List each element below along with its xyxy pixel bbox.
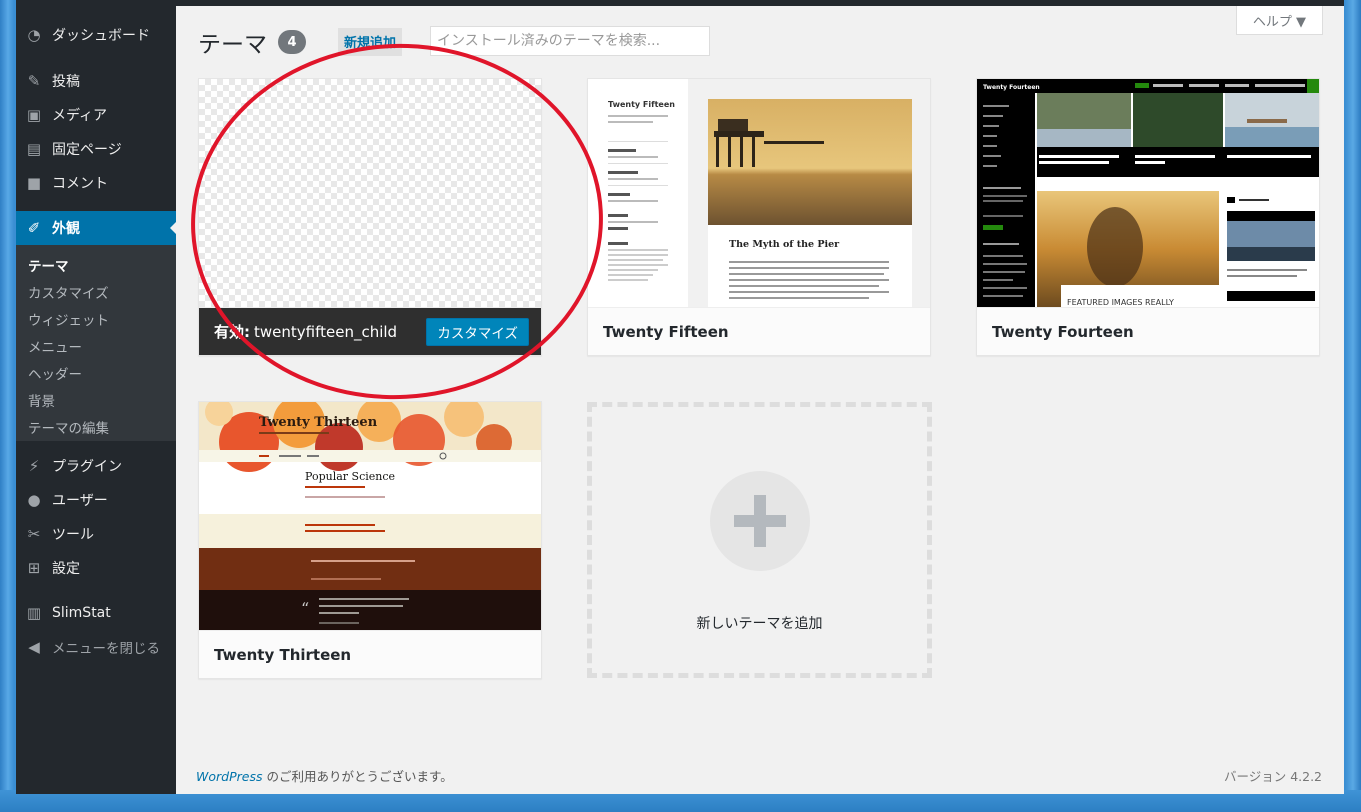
twenty-fifteen-preview: Twenty Fifteen The Myth of the Pier	[588, 79, 930, 307]
comment-icon: ■	[26, 174, 42, 192]
theme-card-active[interactable]: 有効: twentyfifteen_child カスタマイズ	[198, 78, 542, 356]
twenty-thirteen-preview: Twenty Thirteen Popular Science “	[199, 402, 541, 630]
svg-text:Twenty Fifteen: Twenty Fifteen	[608, 100, 675, 109]
sidebar-item-tools[interactable]: ✂ ツール	[16, 517, 176, 551]
user-icon: ●	[27, 491, 41, 509]
theme-screenshot-twenty-fourteen: Twenty Fourteen FEATURED IMAGES REALLY	[977, 79, 1319, 307]
admin-sidebar: ◔ ダッシュボード ✎ 投稿 ▣ メディア ▤ 固定ページ ■ コメント ✐ 外観 テーマ …	[16, 0, 176, 794]
help-tab-button[interactable]: ヘルプ ▼	[1236, 6, 1323, 35]
submenu-item-background[interactable]: 背景	[28, 389, 55, 411]
theme-screenshot-twenty-thirteen: Twenty Thirteen Popular Science “	[199, 402, 541, 630]
theme-card-twenty-fourteen[interactable]: Twenty Fourteen FEATURED IMAGES REALLY T…	[976, 78, 1320, 356]
add-new-theme-label: 新しいテーマを追加	[696, 616, 823, 632]
brush-icon: ✐	[27, 219, 41, 237]
theme-name-bar: Twenty Fourteen	[977, 307, 1319, 355]
theme-name-bar: 有効: twentyfifteen_child カスタマイズ	[199, 307, 541, 355]
collapse-menu-button[interactable]: ◀ メニューを閉じる	[16, 630, 176, 664]
pin-icon: ✎	[27, 72, 41, 90]
theme-count-badge: 4	[278, 30, 306, 54]
wordpress-link[interactable]: WordPress	[196, 769, 262, 784]
svg-text:Popular Science: Popular Science	[305, 470, 395, 483]
svg-text:Twenty Thirteen: Twenty Thirteen	[259, 415, 378, 430]
settings-icon: ⊞	[27, 559, 41, 577]
add-new-theme-card[interactable]: 新しいテーマを追加	[587, 402, 932, 678]
theme-name-bar: Twenty Fifteen	[588, 307, 930, 355]
sidebar-item-slimstat[interactable]: ▥ SlimStat	[16, 596, 176, 630]
theme-search-input[interactable]	[430, 26, 710, 56]
twenty-fourteen-preview: Twenty Fourteen FEATURED IMAGES REALLY	[977, 79, 1319, 307]
page-icon: ▤	[26, 140, 42, 158]
browser-viewport: ◔ ダッシュボード ✎ 投稿 ▣ メディア ▤ 固定ページ ■ コメント ✐ 外観 テーマ …	[16, 0, 1344, 794]
submenu-item-menus[interactable]: メニュー	[28, 335, 82, 357]
sidebar-item-plugins[interactable]: ⚡ プラグイン	[16, 449, 176, 483]
theme-name-bar: Twenty Thirteen	[199, 630, 541, 678]
theme-card-twenty-thirteen[interactable]: Twenty Thirteen Popular Science “ Twenty…	[198, 401, 542, 679]
appearance-submenu: テーマ カスタマイズ ウィジェット メニュー ヘッダー 背景 テーマの編集	[16, 245, 176, 441]
collapse-icon: ◀	[28, 638, 40, 656]
submenu-item-widgets[interactable]: ウィジェット	[28, 308, 109, 330]
page-title: テーマ	[198, 32, 267, 58]
customize-button[interactable]: カスタマイズ	[426, 318, 529, 346]
add-new-theme-button[interactable]: 新規追加	[338, 28, 403, 56]
submenu-item-header[interactable]: ヘッダー	[28, 362, 82, 384]
footer-thanks: WordPress のご利用ありがとうございます。	[196, 769, 453, 784]
svg-text:“: “	[301, 599, 309, 618]
plus-icon	[710, 471, 810, 571]
main-content: テーマ 4 新規追加 ヘルプ ▼ 有効:twentyfifteen_child …	[176, 0, 1344, 794]
submenu-item-customize[interactable]: カスタマイズ	[28, 281, 109, 303]
submenu-item-editor[interactable]: テーマの編集	[28, 416, 109, 438]
sidebar-item-appearance[interactable]: ✐ 外観	[16, 211, 176, 245]
svg-text:Twenty Fourteen: Twenty Fourteen	[983, 84, 1040, 91]
sidebar-item-media[interactable]: ▣ メディア	[16, 98, 176, 132]
sidebar-item-settings[interactable]: ⊞ 設定	[16, 551, 176, 585]
sidebar-item-comments[interactable]: ■ コメント	[16, 166, 176, 200]
wrench-icon: ✂	[27, 525, 41, 543]
footer-version: バージョン 4.2.2	[1223, 769, 1322, 784]
sidebar-item-dashboard[interactable]: ◔ ダッシュボード	[16, 18, 176, 52]
theme-screenshot-twenty-fifteen: Twenty Fifteen The Myth of the Pier	[588, 79, 930, 307]
theme-screenshot-placeholder	[199, 79, 541, 307]
svg-text:The Myth of the Pier: The Myth of the Pier	[729, 239, 840, 250]
sidebar-item-users[interactable]: ● ユーザー	[16, 483, 176, 517]
theme-card-twenty-fifteen[interactable]: Twenty Fifteen The Myth of the Pier Twen…	[587, 78, 931, 356]
sidebar-item-posts[interactable]: ✎ 投稿	[16, 64, 176, 98]
media-icon: ▣	[26, 106, 42, 124]
dashboard-icon: ◔	[27, 26, 41, 44]
plugin-icon: ⚡	[28, 457, 40, 475]
sidebar-item-pages[interactable]: ▤ 固定ページ	[16, 132, 176, 166]
submenu-item-themes[interactable]: テーマ	[28, 254, 69, 276]
chart-icon: ▥	[26, 604, 42, 622]
svg-text:FEATURED IMAGES REALLY: FEATURED IMAGES REALLY	[1067, 298, 1174, 307]
